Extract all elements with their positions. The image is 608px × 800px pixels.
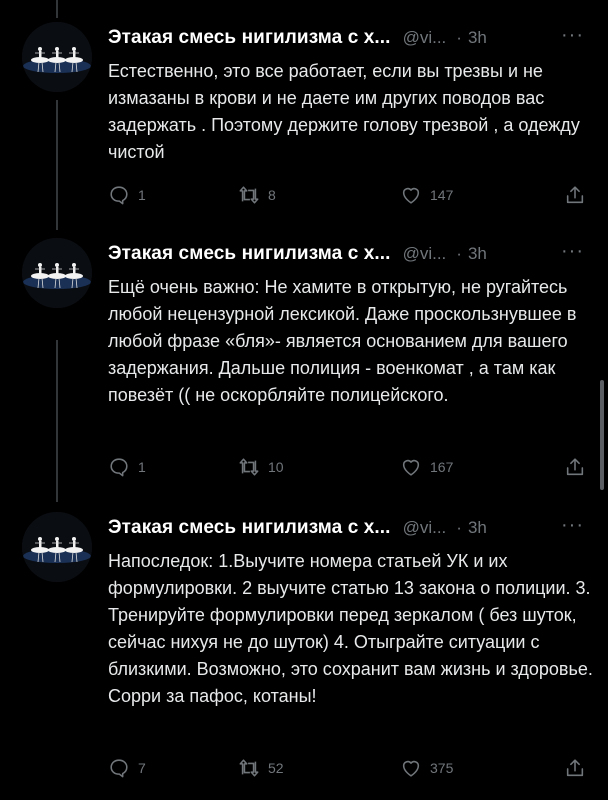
like-button[interactable]: 375: [400, 757, 453, 779]
like-button[interactable]: 167: [400, 456, 453, 478]
separator-dot: ·: [456, 28, 462, 47]
reply-icon: [108, 757, 130, 779]
like-count: 167: [430, 459, 454, 475]
scrollbar[interactable]: [600, 380, 604, 490]
separator-dot: ·: [456, 244, 462, 263]
share-icon: [564, 456, 586, 478]
more-options-icon[interactable]: ···: [561, 240, 584, 263]
handle[interactable]: @vi...: [403, 518, 447, 538]
retweet-button[interactable]: 52: [238, 757, 284, 779]
tweet[interactable]: Этакая смесь нигилизма с х... @vi... · 3…: [0, 512, 608, 800]
retweet-count: 10: [268, 459, 284, 475]
reply-button[interactable]: 7: [108, 757, 146, 779]
timestamp[interactable]: 3h: [468, 518, 487, 538]
timestamp[interactable]: 3h: [468, 244, 487, 264]
reply-icon: [108, 456, 130, 478]
avatar[interactable]: [22, 238, 92, 308]
heart-icon: [400, 757, 422, 779]
reply-button[interactable]: 1: [108, 184, 146, 206]
tweet[interactable]: Этакая смесь нигилизма с х... @vi... · 3…: [0, 22, 608, 222]
more-options-icon[interactable]: ···: [561, 24, 584, 47]
share-button[interactable]: [564, 184, 586, 206]
share-button[interactable]: [564, 456, 586, 478]
tweet-text: Ещё очень важно: Не хамите в открытую, н…: [108, 277, 577, 405]
tweet-actions: 7 52 375: [108, 757, 592, 785]
avatar[interactable]: [22, 512, 92, 582]
display-name[interactable]: Этакая смесь нигилизма с х...: [108, 243, 391, 265]
like-button[interactable]: 147: [400, 184, 453, 206]
separator-dot: ·: [456, 518, 462, 537]
avatar[interactable]: [22, 22, 92, 92]
share-icon: [564, 757, 586, 779]
tweet-header: Этакая смесь нигилизма с х... @vi... · 3…: [108, 240, 584, 266]
tweet-actions: 1 10 167: [108, 456, 592, 484]
retweet-button[interactable]: 8: [238, 184, 276, 206]
reply-count: 7: [138, 760, 146, 776]
tweet-text: Напоследок: 1.Выучите номера статьей УК …: [108, 551, 593, 706]
timestamp[interactable]: 3h: [468, 28, 487, 48]
handle[interactable]: @vi...: [403, 28, 447, 48]
heart-icon: [400, 184, 422, 206]
heart-icon: [400, 456, 422, 478]
retweet-count: 8: [268, 187, 276, 203]
share-icon: [564, 184, 586, 206]
tweet-actions: 1 8 147: [108, 184, 592, 212]
retweet-icon: [238, 757, 260, 779]
retweet-button[interactable]: 10: [238, 456, 284, 478]
like-count: 147: [430, 187, 454, 203]
tweet-text: Естественно, это все работает, если вы т…: [108, 61, 580, 162]
reply-icon: [108, 184, 130, 206]
reply-count: 1: [138, 459, 146, 475]
more-options-icon[interactable]: ···: [561, 514, 584, 537]
retweet-icon: [238, 456, 260, 478]
display-name[interactable]: Этакая смесь нигилизма с х...: [108, 27, 391, 49]
like-count: 375: [430, 760, 454, 776]
tweet[interactable]: Этакая смесь нигилизма с х... @vi... · 3…: [0, 238, 608, 498]
handle[interactable]: @vi...: [403, 244, 447, 264]
reply-count: 1: [138, 187, 146, 203]
retweet-count: 52: [268, 760, 284, 776]
tweet-header: Этакая смесь нигилизма с х... @vi... · 3…: [108, 514, 584, 540]
retweet-icon: [238, 184, 260, 206]
thread-line-top: [56, 0, 58, 18]
display-name[interactable]: Этакая смесь нигилизма с х...: [108, 517, 391, 539]
share-button[interactable]: [564, 757, 586, 779]
tweet-header: Этакая смесь нигилизма с х... @vi... · 3…: [108, 24, 584, 50]
reply-button[interactable]: 1: [108, 456, 146, 478]
